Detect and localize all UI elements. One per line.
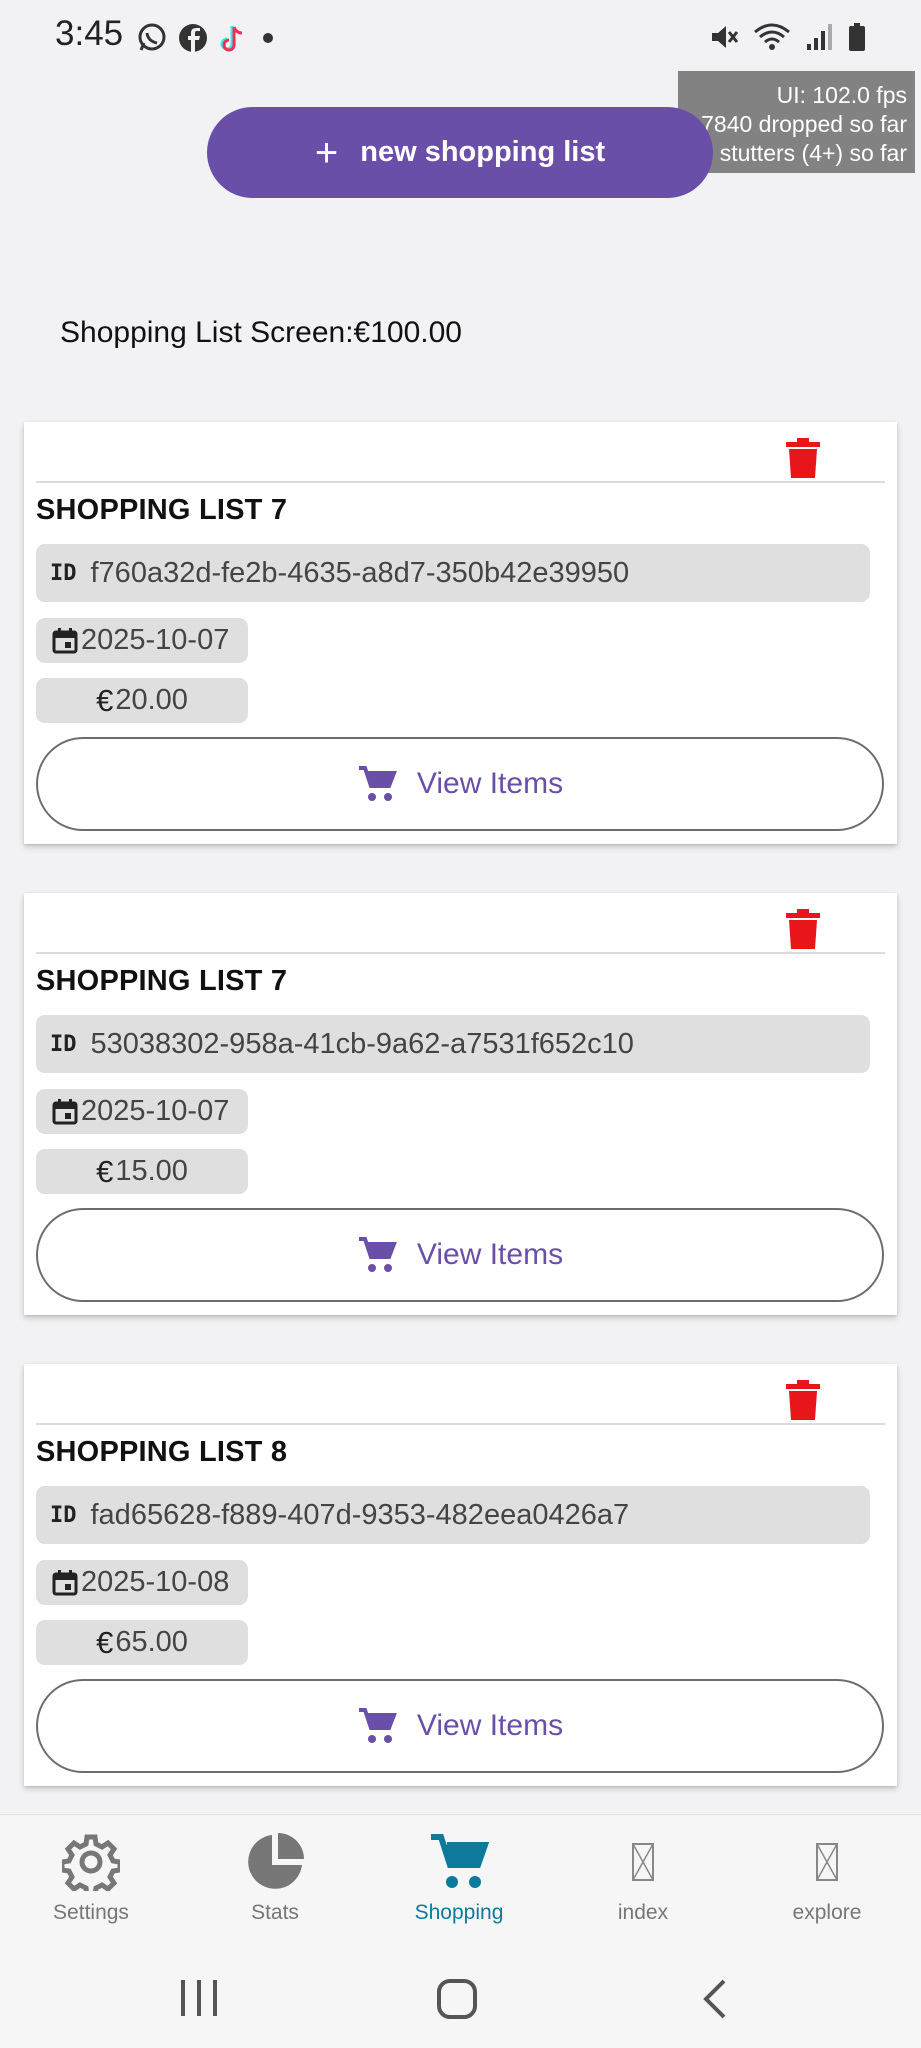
status-system-icons: [709, 22, 867, 52]
tab-settings-label: Settings: [53, 1901, 129, 1924]
tab-settings[interactable]: Settings: [16, 1831, 166, 1925]
cart-icon: [358, 1237, 397, 1272]
list-date: 2025-10-07: [81, 624, 230, 656]
list-price: 15.00: [115, 1155, 188, 1187]
delete-icon[interactable]: [786, 1380, 820, 1420]
list-date-chip: 2025-10-07: [36, 618, 248, 663]
tab-index-label: index: [617, 1901, 669, 1924]
home-icon[interactable]: [436, 1978, 478, 2020]
whatsapp-icon: [138, 23, 166, 51]
list-title: SHOPPING LIST 8: [36, 1436, 288, 1468]
tab-explore-label: explore: [792, 1901, 862, 1924]
cart-icon: [358, 1708, 397, 1743]
euro-icon: €: [96, 1624, 114, 1660]
battery-icon: [849, 23, 865, 51]
mute-icon: [712, 26, 739, 48]
pie-chart-icon: [248, 1833, 304, 1889]
id-icon: ID: [50, 1031, 77, 1057]
facebook-icon: [179, 24, 207, 52]
list-date: 2025-10-07: [81, 1095, 230, 1127]
tab-index[interactable]: index: [568, 1831, 718, 1925]
plus-icon: +: [314, 130, 339, 175]
recent-apps-icon[interactable]: [178, 1978, 220, 2018]
card-divider: [36, 952, 885, 954]
new-shopping-list-label: new shopping list: [360, 136, 606, 168]
tab-shopping[interactable]: Shopping: [384, 1831, 534, 1925]
calendar-icon: [52, 1569, 78, 1595]
view-items-label: View Items: [416, 1238, 564, 1271]
tab-stats-label: Stats: [251, 1901, 299, 1924]
list-id-chip: ID fad65628-f889-407d-9353-482eea0426a7: [36, 1486, 870, 1544]
euro-icon: €: [96, 1153, 114, 1189]
tiktok-icon: [220, 26, 243, 52]
list-title: SHOPPING LIST 7: [36, 494, 288, 526]
dropped-frames-line: -7840 dropped so far: [693, 111, 907, 137]
view-items-button[interactable]: View Items: [36, 1208, 884, 1302]
list-price: 65.00: [115, 1626, 188, 1658]
bottom-navigation: Settings Stats Shopping index explore: [0, 1814, 921, 1946]
list-price-chip: € 15.00: [36, 1149, 248, 1194]
list-id: f760a32d-fe2b-4635-a8d7-350b42e39950: [90, 556, 630, 589]
tab-explore[interactable]: explore: [752, 1831, 902, 1925]
status-app-icons: [136, 22, 278, 54]
wifi-icon: [754, 23, 790, 50]
back-icon[interactable]: [700, 1978, 730, 2020]
id-icon: ID: [50, 560, 77, 586]
calendar-icon: [52, 1098, 78, 1124]
cart-icon: [358, 766, 397, 801]
list-date-chip: 2025-10-08: [36, 1560, 248, 1605]
list-id: fad65628-f889-407d-9353-482eea0426a7: [90, 1498, 630, 1531]
missing-glyph-icon: [632, 1843, 654, 1881]
list-id-chip: ID 53038302-958a-41cb-9a62-a7531f652c10: [36, 1015, 870, 1073]
cart-icon: [431, 1834, 489, 1888]
card-divider: [36, 1423, 885, 1425]
signal-icon: [807, 24, 832, 50]
view-items-label: View Items: [416, 1709, 564, 1742]
list-price: 20.00: [115, 684, 188, 716]
list-id: 53038302-958a-41cb-9a62-a7531f652c10: [90, 1027, 634, 1060]
euro-icon: €: [96, 682, 114, 718]
list-id-chip: ID f760a32d-fe2b-4635-a8d7-350b42e39950: [36, 544, 870, 602]
status-bar: 3:45: [0, 0, 921, 74]
list-price-chip: € 20.00: [36, 678, 248, 723]
view-items-button[interactable]: View Items: [36, 1679, 884, 1773]
dot-icon: [263, 33, 273, 43]
shopping-list-card: SHOPPING LIST 7 ID 53038302-958a-41cb-9a…: [24, 893, 897, 1315]
fps-overlay: UI: 102.0 fps -7840 dropped so far 0 stu…: [678, 71, 915, 173]
screen-title: Shopping List Screen:€100.00: [60, 316, 462, 349]
delete-icon[interactable]: [786, 909, 820, 949]
list-price-chip: € 65.00: [36, 1620, 248, 1665]
new-shopping-list-button[interactable]: + new shopping list: [207, 107, 713, 198]
view-items-label: View Items: [416, 767, 564, 800]
tab-stats[interactable]: Stats: [200, 1831, 350, 1925]
delete-icon[interactable]: [786, 438, 820, 478]
shopping-list-card: SHOPPING LIST 7 ID f760a32d-fe2b-4635-a8…: [24, 422, 897, 844]
list-date-chip: 2025-10-07: [36, 1089, 248, 1134]
shopping-list-card: SHOPPING LIST 8 ID fad65628-f889-407d-93…: [24, 1364, 897, 1786]
list-date: 2025-10-08: [81, 1566, 230, 1598]
id-icon: ID: [50, 1502, 77, 1528]
view-items-button[interactable]: View Items: [36, 737, 884, 831]
calendar-icon: [52, 627, 78, 653]
fps-line: UI: 102.0 fps: [776, 82, 907, 108]
missing-glyph-icon: [816, 1843, 838, 1881]
gear-icon: [62, 1834, 120, 1891]
status-time: 3:45: [55, 14, 124, 53]
list-title: SHOPPING LIST 7: [36, 965, 288, 997]
card-divider: [36, 481, 885, 483]
system-navigation-bar: [0, 1946, 921, 2048]
tab-shopping-label: Shopping: [414, 1901, 504, 1924]
